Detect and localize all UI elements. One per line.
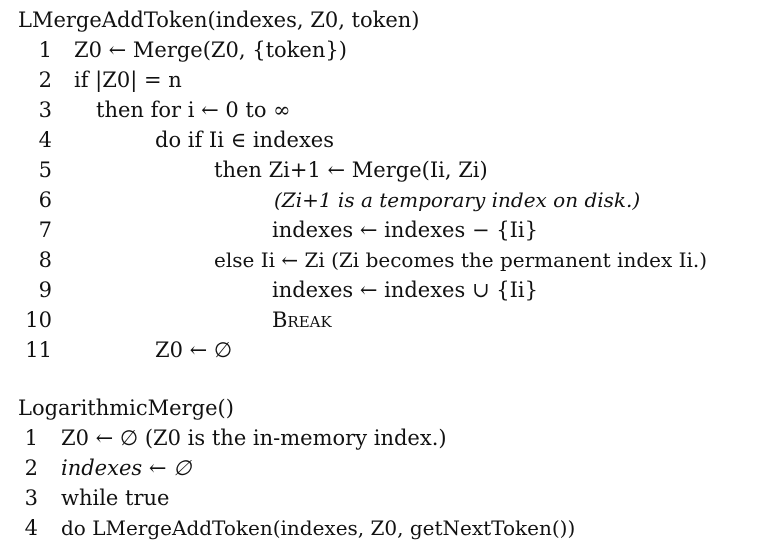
algorithm1-line-number: 4 [38,128,52,152]
algorithm1-line-10: Break [272,308,332,332]
algorithm1-line-3: then for i ← 0 to ∞ [96,98,291,122]
algorithm1-line-number: 1 [38,38,52,62]
algorithm1-line-number: 10 [25,308,52,332]
algorithm1-line-1: Z0 ← Merge(Z0, {token}) [74,38,347,62]
algorithm2-line-1: Z0 ← ∅ (Z0 is the in-memory index.) [61,426,447,450]
algorithm1-line-number: 5 [38,158,52,182]
algorithm1-line-7: indexes ← indexes − {Ii} [272,218,538,242]
algorithm1-line-number: 11 [25,338,52,362]
algorithm1-line-9: indexes ← indexes ∪ {Ii} [272,278,538,302]
algorithm1-line-number: 8 [38,248,52,272]
algorithm1-line-5: then Zi+1 ← Merge(Ii, Zi) [214,158,488,182]
algorithm2-line-3: while true [61,486,170,510]
algorithm1-line-number: 3 [38,98,52,122]
algorithm1-line-11: Z0 ← ∅ [155,338,233,362]
algorithm1-line-2: if |Z0| = n [74,68,182,92]
algorithm1-line-8: else Ii ← Zi (Zi becomes the permanent i… [214,248,708,272]
algorithm2-line-number: 4 [24,516,38,540]
algorithm1-line-number: 6 [38,188,52,212]
algorithm2-header: LogarithmicMerge() [18,396,234,420]
algorithm2-line-number: 3 [24,486,38,510]
algorithm1-header: LMergeAddToken(indexes, Z0, token) [18,8,420,32]
algorithm1-line-number: 2 [38,68,52,92]
algorithm2-line-number: 2 [24,456,38,480]
algorithm1-line-number: 9 [38,278,52,302]
algorithm2-line-2: indexes ← ∅ [61,456,192,480]
algorithm2-line-4: do LMergeAddToken(indexes, Z0, getNextTo… [61,516,576,540]
algorithm1-line-4: do if Ii ∈ indexes [155,128,334,152]
algorithm2-line-number: 1 [24,426,38,450]
pseudocode-document: LMergeAddToken(indexes, Z0, token) 1 Z0 … [0,0,762,548]
algorithm1-line-6-comment: (Zi+1 is a temporary index on disk.) [274,188,641,212]
algorithm1-line-number: 7 [38,218,52,242]
